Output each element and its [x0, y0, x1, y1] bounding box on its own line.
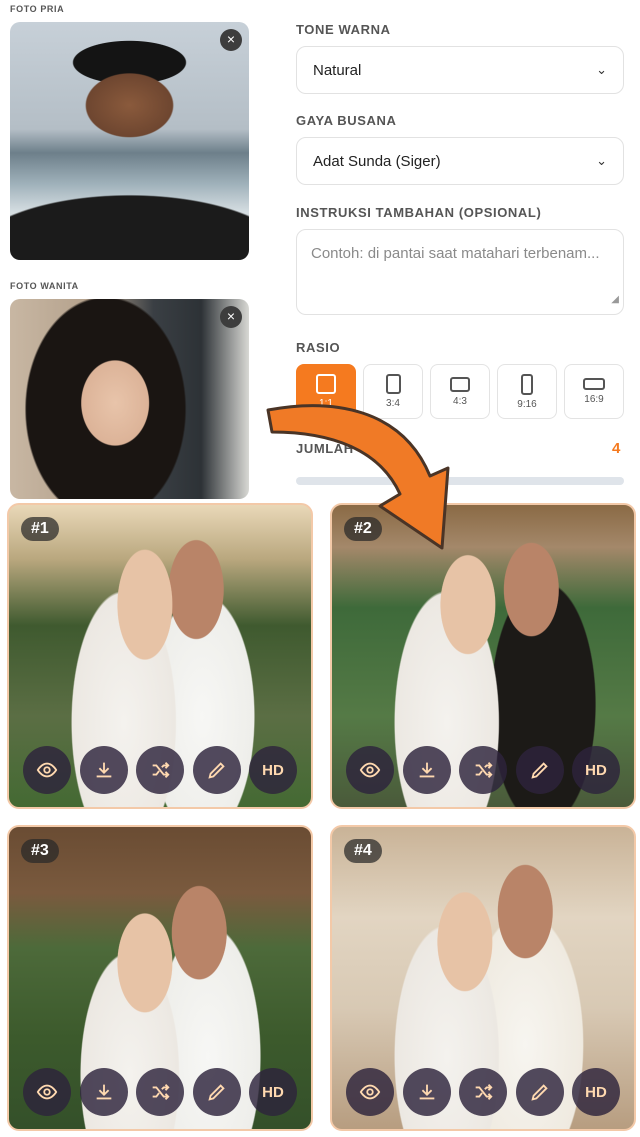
view-button[interactable]: [23, 1068, 71, 1116]
shuffle-icon: [475, 1084, 493, 1100]
instruksi-placeholder: Contoh: di pantai saat matahari terbenam…: [311, 245, 600, 262]
result-number-badge: #4: [344, 839, 382, 863]
tone-warna-select[interactable]: Natural ⌄: [296, 46, 624, 94]
result-actions: HD: [23, 746, 297, 794]
landscape-ratio-icon: [450, 376, 470, 392]
ratio-label: 9:16: [517, 398, 537, 410]
chevron-down-icon: ⌄: [596, 62, 607, 77]
result-card: #1 HD: [7, 503, 313, 809]
hd-button[interactable]: HD: [572, 746, 620, 794]
jumlah-value: 4: [612, 440, 621, 457]
ratio-label: 16:9: [584, 394, 604, 405]
edit-button[interactable]: [515, 746, 564, 794]
download-button[interactable]: [79, 1068, 128, 1116]
pencil-icon: [207, 762, 225, 779]
gaya-busana-value: Adat Sunda (Siger): [313, 152, 441, 170]
tone-warna-label: TONE WARNA: [296, 22, 391, 37]
foto-wanita-label: FOTO WANITA: [10, 281, 79, 291]
result-card: #4 HD: [330, 825, 636, 1131]
download-icon: [419, 1084, 434, 1100]
download-button[interactable]: [402, 746, 451, 794]
ratio-label: 4:3: [453, 395, 467, 407]
result-actions: HD: [346, 1068, 620, 1116]
ratio-option-4-3[interactable]: 4:3: [430, 364, 490, 419]
shuffle-button[interactable]: [136, 1068, 184, 1116]
pencil-icon: [207, 1084, 225, 1101]
view-button[interactable]: [23, 746, 71, 794]
download-icon: [96, 1084, 111, 1100]
hd-button[interactable]: HD: [572, 1068, 620, 1116]
ratio-option-16-9[interactable]: 16:9: [564, 364, 624, 419]
foto-pria-label: FOTO PRIA: [10, 4, 65, 14]
hd-button[interactable]: HD: [249, 746, 297, 794]
remove-foto-wanita-button[interactable]: ×: [220, 306, 242, 328]
eye-icon: [36, 1084, 58, 1100]
shuffle-button[interactable]: [459, 1068, 507, 1116]
result-actions: HD: [346, 746, 620, 794]
eye-icon: [359, 762, 381, 778]
pencil-icon: [530, 762, 548, 779]
wide-ratio-icon: [583, 378, 605, 390]
result-number-badge: #1: [21, 517, 59, 541]
rasio-label: RASIO: [296, 340, 341, 355]
download-icon: [419, 762, 434, 778]
result-number-badge: #2: [344, 517, 382, 541]
hd-button[interactable]: HD: [249, 1068, 297, 1116]
edit-button[interactable]: [192, 746, 241, 794]
ratio-label: 3:4: [386, 398, 400, 409]
edit-button[interactable]: [515, 1068, 564, 1116]
gaya-busana-label: GAYA BUSANA: [296, 113, 397, 128]
eye-icon: [359, 1084, 381, 1100]
shuffle-icon: [152, 762, 170, 778]
ratio-label: 1:1: [319, 398, 333, 409]
edit-button[interactable]: [192, 1068, 241, 1116]
instruksi-textarea[interactable]: Contoh: di pantai saat matahari terbenam…: [296, 229, 624, 315]
shuffle-button[interactable]: [459, 746, 507, 794]
result-actions: HD: [23, 1068, 297, 1116]
remove-foto-pria-button[interactable]: ×: [220, 29, 242, 51]
shuffle-icon: [475, 762, 493, 778]
download-icon: [96, 762, 111, 778]
jumlah-label: JUMLAH: [296, 441, 354, 456]
tall-ratio-icon: [521, 373, 533, 395]
instruksi-label: INSTRUKSI TAMBAHAN (OPSIONAL): [296, 205, 542, 220]
view-button[interactable]: [346, 1068, 394, 1116]
tone-warna-value: Natural: [313, 61, 362, 79]
foto-wanita-preview: ×: [10, 299, 249, 499]
result-number-badge: #3: [21, 839, 59, 863]
shuffle-button[interactable]: [136, 746, 184, 794]
resize-grip-icon[interactable]: ◢: [611, 289, 619, 311]
result-card: #2 HD: [330, 503, 636, 809]
ratio-option-1-1[interactable]: 1:1: [296, 364, 356, 419]
jumlah-slider[interactable]: [296, 477, 624, 485]
result-card: #3 HD: [7, 825, 313, 1131]
square-ratio-icon: [316, 374, 336, 394]
gaya-busana-select[interactable]: Adat Sunda (Siger) ⌄: [296, 137, 624, 185]
eye-icon: [36, 762, 58, 778]
ratio-option-3-4[interactable]: 3:4: [363, 364, 423, 419]
pencil-icon: [530, 1084, 548, 1101]
download-button[interactable]: [402, 1068, 451, 1116]
ratio-option-9-16[interactable]: 9:16: [497, 364, 557, 419]
chevron-down-icon: ⌄: [596, 153, 607, 168]
download-button[interactable]: [79, 746, 128, 794]
portrait-ratio-icon: [385, 374, 401, 394]
view-button[interactable]: [346, 746, 394, 794]
shuffle-icon: [152, 1084, 170, 1100]
foto-pria-preview: ×: [10, 22, 249, 260]
